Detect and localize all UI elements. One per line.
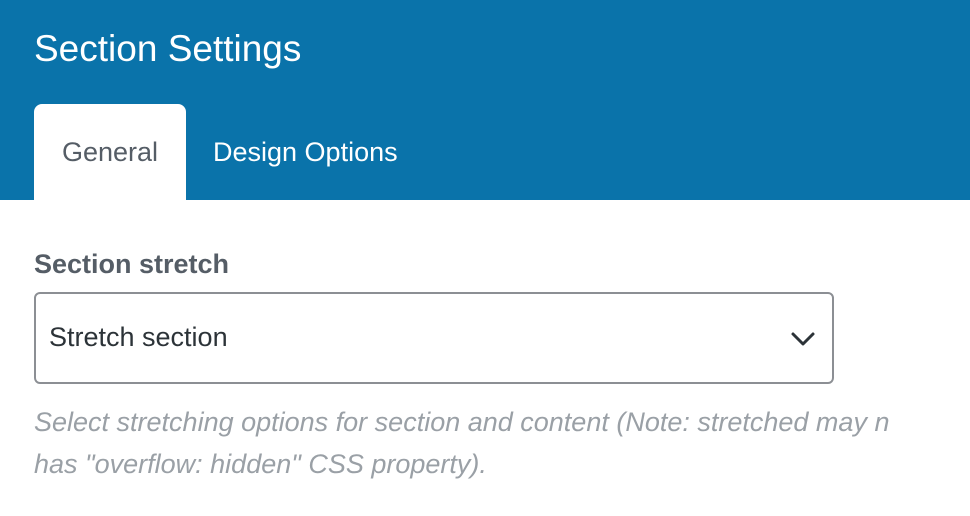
- tab-bar: General Design Options: [34, 104, 425, 200]
- chevron-down-icon: [791, 332, 815, 346]
- section-stretch-select[interactable]: Stretch section: [34, 292, 834, 384]
- page-title: Section Settings: [34, 28, 302, 69]
- section-stretch-label: Section stretch: [34, 249, 230, 279]
- tab-design-options[interactable]: Design Options: [186, 104, 425, 200]
- settings-content: Section stretch Stretch section Select s…: [0, 200, 970, 516]
- settings-header: Section Settings General Design Options: [0, 0, 970, 200]
- tab-general[interactable]: General: [34, 104, 186, 200]
- help-text-line: has "overflow: hidden" CSS property).: [34, 449, 487, 479]
- section-stretch-help-text: Select stretching options for section an…: [34, 401, 970, 485]
- section-stretch-selected-value: Stretch section: [49, 322, 228, 352]
- help-text-line: Select stretching options for section an…: [34, 407, 890, 437]
